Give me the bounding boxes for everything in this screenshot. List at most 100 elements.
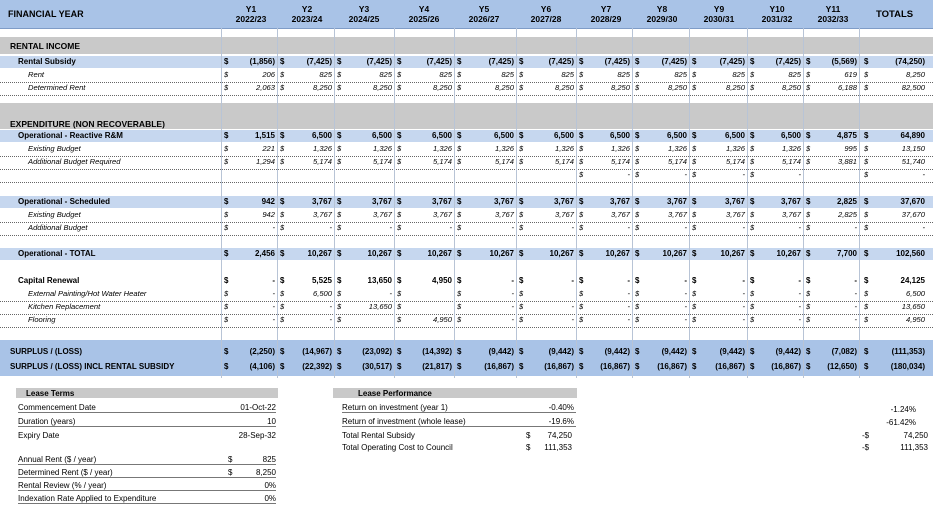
value-cell: $6,500 [335, 131, 395, 142]
value-cell: $5,174 [278, 157, 335, 168]
currency-sign: $ [519, 131, 524, 140]
row-label: Existing Budget [28, 210, 81, 219]
value-cell: $825 [748, 70, 804, 81]
value-cell: $ - [455, 276, 517, 287]
currency-sign: $ [337, 276, 342, 285]
currency-sign: $ [635, 157, 640, 166]
total-cell: $ (111,353) [862, 347, 928, 358]
column-divider [277, 28, 278, 378]
cell-value: (22,392) [302, 362, 332, 371]
year-period: 2023/24 [291, 14, 323, 24]
currency-sign: $ [864, 83, 869, 92]
currency-sign: $ [280, 289, 285, 298]
cell-value: 5,174 [667, 157, 687, 166]
value-cell: $8,250 [748, 83, 804, 94]
cell-value: 3,881 [837, 157, 857, 166]
currency-sign: $ [635, 170, 640, 179]
cell-value: (21,817) [422, 362, 452, 371]
cell-value: 825 [379, 70, 392, 79]
value-cell: $ - [748, 276, 804, 287]
value-cell: $5,174 [335, 157, 395, 168]
cell-value: 3,767 [781, 210, 801, 219]
total-value: 51,740 [901, 157, 925, 166]
value-cell: $4,950 [395, 276, 455, 287]
currency-sign: $ [692, 276, 697, 285]
value-cell: $ (9,442) [577, 347, 633, 358]
currency-sign: $ [579, 157, 584, 166]
cell-value: - [329, 302, 332, 311]
cell-value: (16,867) [657, 362, 687, 371]
value-cell: $ (5,569) [804, 57, 860, 68]
currency-sign: $ [635, 249, 640, 258]
value-cell: $ - [455, 223, 517, 234]
rental-review-value: 0% [264, 481, 276, 490]
currency-sign: $ [280, 210, 285, 219]
total-value: 24,125 [900, 276, 925, 285]
cell-value: 942 [262, 210, 275, 219]
year-column-header: Y1 2022/23 [222, 4, 280, 24]
cell-value: - [798, 276, 801, 285]
currency-sign: $ [224, 223, 229, 232]
value-cell: $8,250 [577, 83, 633, 94]
currency-sign: $ [397, 210, 402, 219]
value-cell: $825 [395, 70, 455, 81]
total-value: (111,353) [891, 347, 925, 356]
currency-sign: $ [864, 276, 869, 285]
cell-value: 1,515 [254, 131, 275, 140]
currency-sign: $ [864, 144, 869, 153]
currency-sign: $ [337, 249, 342, 258]
currency-sign: $ [397, 315, 402, 324]
currency-sign: $ [519, 315, 524, 324]
value-cell: $ (16,867) [577, 362, 633, 373]
value-cell: $6,500 [455, 131, 517, 142]
total-cost-label: Total Operating Cost to Council [342, 443, 453, 452]
cell-value: 6,500 [493, 131, 514, 140]
value-cell: $5,174 [577, 157, 633, 168]
currency-sign: $ [457, 144, 462, 153]
currency-sign: $ [224, 315, 229, 324]
cell-value: - [742, 223, 745, 232]
value-cell: $ (9,442) [517, 347, 577, 358]
cell-value: - [684, 276, 687, 285]
cell-value: 825 [617, 70, 630, 79]
value-cell: $ (16,867) [633, 362, 690, 373]
cell-value: - [511, 223, 514, 232]
value-cell: $ - [804, 289, 860, 300]
total-cell: $ - [862, 223, 928, 234]
currency-sign: $ [806, 210, 811, 219]
value-cell: $1,294 [222, 157, 278, 168]
value-cell: $ - [633, 302, 690, 313]
value-cell: $ - [748, 302, 804, 313]
cell-value: 10,267 [549, 249, 574, 258]
currency-sign: $ [397, 302, 402, 311]
currency-sign: $ [692, 170, 697, 179]
currency-sign: $ [864, 302, 869, 311]
currency-sign: $ [692, 249, 697, 258]
value-cell: $3,767 [633, 197, 690, 208]
cell-value: 13,650 [368, 302, 392, 311]
value-cell: $ - [335, 289, 395, 300]
cell-value: 1,326 [494, 144, 514, 153]
cell-value: 6,188 [837, 83, 857, 92]
value-cell: $ - [577, 315, 633, 326]
column-divider [803, 28, 804, 378]
total-value: 6,500 [905, 289, 925, 298]
table-row-flooring: Flooring $ - $ - $ $4,950 $ - $ - $ - $ - $ - $ - $ - $4,950 [0, 314, 933, 328]
currency-sign: $ [750, 70, 755, 79]
cell-value: - [684, 170, 687, 179]
value-cell: $1,326 [455, 144, 517, 155]
currency-sign: $ [280, 70, 285, 79]
currency-sign: $ [750, 157, 755, 166]
value-cell: $ (7,425) [278, 57, 335, 68]
currency-sign: $ [692, 347, 697, 356]
year-period: 2025/26 [408, 14, 440, 24]
value-cell: $8,250 [395, 83, 455, 94]
currency-sign: $ [519, 157, 524, 166]
table-row-rent: Rent $206 $825 $825 $825 $825 $825 $825 $825 $825… [0, 69, 933, 83]
year-period: 2029/30 [646, 14, 678, 24]
cell-value: (12,650) [827, 362, 857, 371]
cell-value: 619 [844, 70, 857, 79]
value-cell: $8,250 [517, 83, 577, 94]
currency-sign: $ [806, 315, 811, 324]
cell-value: - [854, 315, 857, 324]
